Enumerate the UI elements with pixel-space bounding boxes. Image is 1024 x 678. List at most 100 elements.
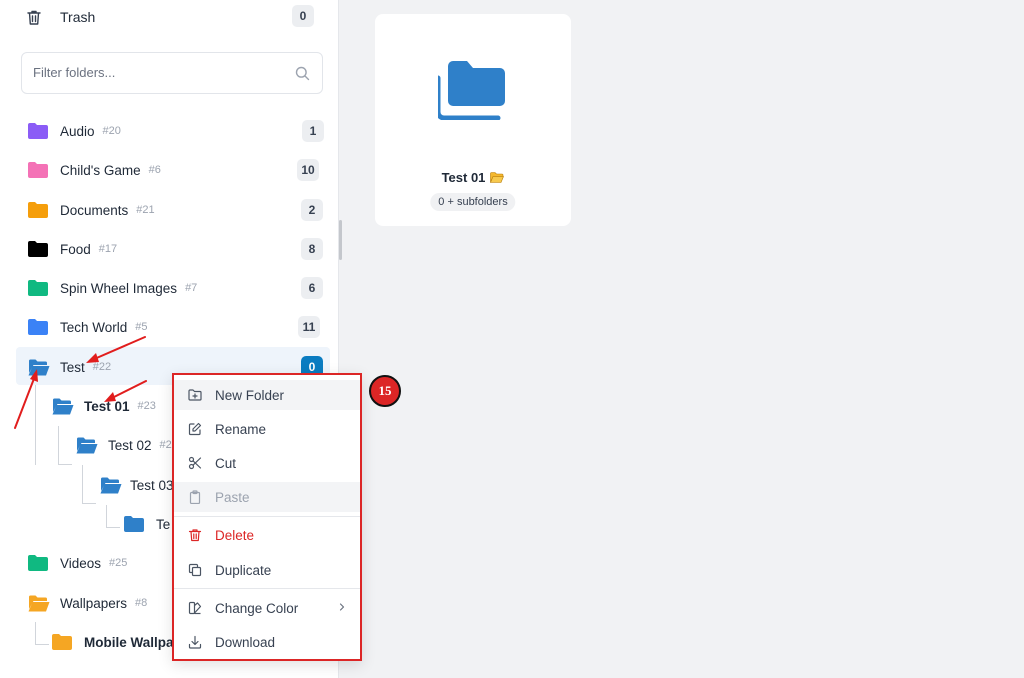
folder-id: #25 xyxy=(109,557,128,569)
folder-context-menu: New Folder Rename Cut Paste Delete Dupli… xyxy=(172,373,362,661)
folder-name: Food xyxy=(60,241,91,257)
menu-item-label: Paste xyxy=(215,489,250,505)
copy-icon xyxy=(188,563,202,577)
folder-open-icon xyxy=(28,359,50,375)
folder-count-badge: 10 xyxy=(297,159,319,181)
folder-stack-icon xyxy=(438,61,505,120)
folder-item-tech-world[interactable]: Tech World #5 xyxy=(28,314,148,340)
menu-item-label: Change Color xyxy=(215,600,299,616)
folder-item-test-01[interactable]: Test 01 #23 xyxy=(52,393,156,419)
folder-open-icon xyxy=(28,595,50,611)
menu-item-cut[interactable]: Cut xyxy=(174,448,360,478)
folder-id: #22 xyxy=(92,361,112,373)
folder-count-badge: 1 xyxy=(302,120,324,142)
folder-item-childs-game[interactable]: Child's Game #6 xyxy=(28,157,161,183)
trash-icon xyxy=(26,9,42,26)
folder-card-test-01[interactable]: Test 01 0 + subfolders xyxy=(375,14,571,226)
clipboard-icon xyxy=(188,490,202,504)
filter-folders-field[interactable] xyxy=(21,52,323,94)
menu-separator xyxy=(174,516,360,517)
folder-icon xyxy=(52,634,72,650)
sidebar-scrollbar[interactable] xyxy=(339,220,342,260)
folder-item-test-03[interactable]: Test 03 xyxy=(100,472,174,498)
menu-item-download[interactable]: Download xyxy=(174,627,360,657)
filter-folders-input[interactable] xyxy=(31,64,285,81)
folder-id: #23 xyxy=(137,400,156,412)
folder-count-badge: 11 xyxy=(298,316,320,338)
card-title-text: Test 01 xyxy=(441,170,486,185)
folder-icon xyxy=(28,202,48,218)
step-number-badge: 15 xyxy=(369,375,401,407)
folder-name: Test 03 xyxy=(130,477,174,493)
trash-label: Trash xyxy=(60,9,96,25)
menu-item-rename[interactable]: Rename xyxy=(174,414,360,444)
folder-item-wallpapers[interactable]: Wallpapers #8 xyxy=(28,590,147,616)
download-icon xyxy=(188,635,202,649)
folder-item-mobile-wallpapers[interactable]: Mobile Wallpa xyxy=(52,629,174,655)
folder-item-test[interactable]: Test #22 xyxy=(28,354,111,380)
menu-item-paste[interactable]: Paste xyxy=(174,482,360,512)
folder-name: Test xyxy=(60,359,85,375)
folder-item-test-02[interactable]: Test 02 #2 xyxy=(76,432,172,458)
tree-line xyxy=(35,385,36,465)
folder-name: Te xyxy=(156,516,171,532)
folder-id: #17 xyxy=(98,243,118,255)
menu-item-delete[interactable]: Delete xyxy=(174,520,360,550)
folder-id: #8 xyxy=(135,597,148,609)
folder-name: Documents xyxy=(60,202,129,218)
folder-name: Test 02 xyxy=(108,437,152,453)
menu-item-change-color[interactable]: Change Color xyxy=(174,593,360,623)
menu-item-label: Cut xyxy=(215,455,237,471)
folder-id: #5 xyxy=(135,321,148,333)
folder-id: #7 xyxy=(185,282,198,294)
folder-icon xyxy=(124,516,144,532)
folder-count-badge: 8 xyxy=(301,238,323,260)
folder-name: Spin Wheel Images xyxy=(60,280,178,296)
folder-open-icon xyxy=(52,398,74,414)
trash-item[interactable]: Trash xyxy=(26,4,322,30)
folder-open-icon xyxy=(100,477,122,493)
folder-id: #6 xyxy=(148,164,161,176)
menu-item-label: Delete xyxy=(215,527,255,543)
folder-open-icon xyxy=(76,437,98,453)
folder-icon xyxy=(28,162,48,178)
menu-separator xyxy=(174,588,360,589)
tree-line xyxy=(35,644,49,645)
scissors-icon xyxy=(188,456,202,470)
palette-icon xyxy=(188,601,202,615)
folder-icon xyxy=(28,280,48,296)
tree-line xyxy=(58,464,72,465)
folder-item-documents[interactable]: Documents #21 xyxy=(28,197,155,223)
folder-id: #20 xyxy=(102,125,121,137)
menu-item-label: Rename xyxy=(215,421,267,437)
pencil-icon xyxy=(188,422,202,436)
tree-line xyxy=(106,527,120,528)
folder-name: Videos xyxy=(60,555,102,571)
folder-icon xyxy=(28,123,48,139)
folder-item-food[interactable]: Food #17 xyxy=(28,236,117,262)
folder-item-spin-wheel-images[interactable]: Spin Wheel Images #7 xyxy=(28,275,197,301)
tree-line xyxy=(82,465,83,503)
tree-line xyxy=(82,503,96,504)
folder-item-audio[interactable]: Audio #20 xyxy=(28,118,121,144)
folder-name: Audio xyxy=(60,123,95,139)
card-title: Test 01 xyxy=(375,170,571,185)
folder-id: #2 xyxy=(159,439,172,451)
tree-line xyxy=(35,622,36,644)
subfolders-badge: 0 + subfolders xyxy=(430,193,516,211)
menu-item-label: Download xyxy=(215,634,276,650)
trash-count-badge: 0 xyxy=(292,5,314,27)
folder-id: #21 xyxy=(136,204,155,216)
tree-line xyxy=(58,426,59,464)
search-icon[interactable] xyxy=(295,66,310,86)
folder-name: Wallpapers xyxy=(60,595,128,611)
menu-item-duplicate[interactable]: Duplicate xyxy=(174,555,360,585)
folder-name: Test 01 xyxy=(84,398,130,414)
chevron-right-icon xyxy=(338,601,346,613)
folder-open-icon xyxy=(490,172,505,183)
folder-name: Child's Game xyxy=(60,162,141,178)
menu-item-new-folder[interactable]: New Folder xyxy=(174,380,360,410)
menu-item-label: Duplicate xyxy=(215,562,272,578)
folder-item-test-04[interactable]: Te xyxy=(124,511,170,537)
folder-item-videos[interactable]: Videos #25 xyxy=(28,550,127,576)
